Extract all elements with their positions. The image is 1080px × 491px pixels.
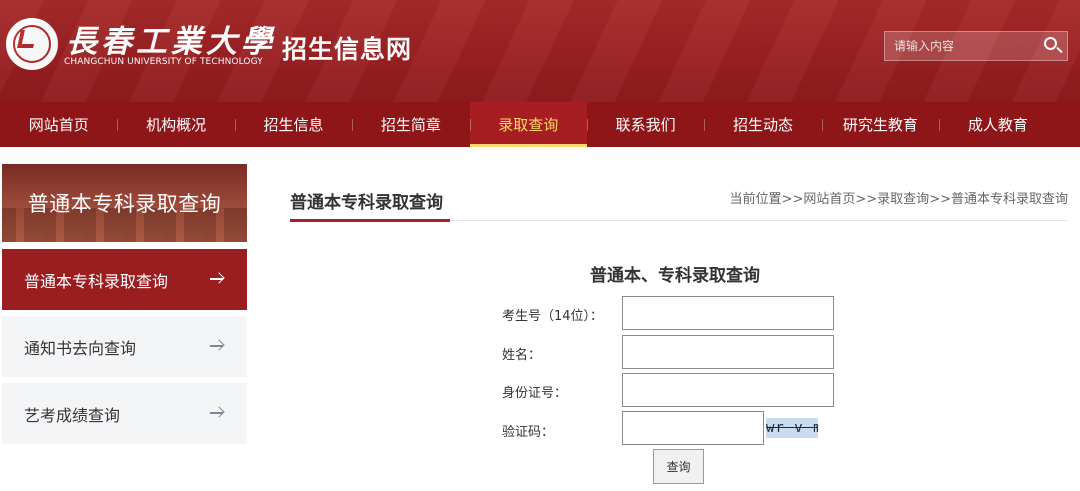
nav-item-adult-education[interactable]: 成人教育 <box>939 102 1056 147</box>
sidebar-banner: 普通本专科录取查询 <box>2 164 247 242</box>
site-header: 長春工業大學 CHANGCHUN UNIVERSITY OF TECHNOLOG… <box>0 0 1080 102</box>
sidebar-item-label: 通知书去向查询 <box>24 338 137 358</box>
captcha-label: 验证码： <box>502 425 555 440</box>
sidebar-menu: 普通本专科录取查询 通知书去向查询 艺考成绩查询 <box>2 249 247 450</box>
id-number-input[interactable] <box>622 373 834 407</box>
title-underline <box>290 219 450 222</box>
search-icon-handle <box>1056 46 1063 54</box>
query-button[interactable]: 查询 <box>653 449 704 484</box>
nav-item-contact[interactable]: 联系我们 <box>586 102 704 147</box>
nav-item-news[interactable]: 招生动态 <box>704 102 821 147</box>
sidebar-banner-title: 普通本专科录取查询 <box>27 192 222 216</box>
arrow-right-icon <box>209 271 225 287</box>
captcha-input[interactable] <box>622 411 764 445</box>
search-box <box>884 31 1068 61</box>
exam-number-input[interactable] <box>622 296 834 330</box>
captcha-image[interactable]: wr v m <box>766 418 818 438</box>
nav-item-home[interactable]: 网站首页 <box>0 102 117 147</box>
nav-item-about[interactable]: 机构概况 <box>117 102 234 147</box>
content-header: 普通本专科录取查询 当前位置>>网站首页>>录取查询>>普通本专科录取查询 <box>290 184 1068 222</box>
sidebar-item-undergrad-query[interactable]: 普通本专科录取查询 <box>2 249 247 310</box>
id-number-label: 身份证号： <box>502 386 568 401</box>
sidebar-item-label: 普通本专科录取查询 <box>24 271 169 291</box>
university-emblem-icon[interactable] <box>6 18 58 70</box>
search-button[interactable] <box>1037 32 1067 60</box>
breadcrumb-admission-query[interactable]: 录取查询 <box>877 192 929 207</box>
form-title: 普通本、专科录取查询 <box>590 266 760 286</box>
nav-item-admission-info[interactable]: 招生信息 <box>234 102 352 147</box>
nav-item-brochure[interactable]: 招生简章 <box>352 102 469 147</box>
university-name-cn[interactable]: 長春工業大學 <box>66 16 276 61</box>
name-input[interactable] <box>622 335 834 369</box>
exam-number-label: 考生号（14位）： <box>502 309 604 324</box>
main-nav: 网站首页 机构概况 招生信息 招生简章 录取查询 联系我们 招生动态 研究生教育… <box>0 102 1080 147</box>
breadcrumb-current[interactable]: 普通本专科录取查询 <box>951 192 1068 207</box>
nav-item-graduate[interactable]: 研究生教育 <box>821 102 939 147</box>
breadcrumb-separator: >> <box>929 192 951 207</box>
university-name-en: CHANGCHUN UNIVERSITY OF TECHNOLOGY <box>64 57 263 67</box>
page-title: 普通本专科录取查询 <box>290 193 443 213</box>
breadcrumb-separator: >> <box>781 192 804 207</box>
sidebar-item-notice-tracking[interactable]: 通知书去向查询 <box>2 316 247 377</box>
arrow-right-icon <box>209 405 225 421</box>
breadcrumb-prefix: 当前位置 <box>729 192 782 207</box>
search-input[interactable] <box>885 32 1037 60</box>
nav-item-admission-query[interactable]: 录取查询 <box>469 102 588 147</box>
breadcrumb: 当前位置>>网站首页>>录取查询>>普通本专科录取查询 <box>730 188 1068 207</box>
breadcrumb-home[interactable]: 网站首页 <box>803 192 855 207</box>
name-label: 姓名： <box>502 348 542 363</box>
search-icon <box>1044 37 1057 50</box>
sidebar-item-label: 艺考成绩查询 <box>24 405 121 425</box>
arrow-right-icon <box>209 338 225 354</box>
breadcrumb-separator: >> <box>855 192 878 207</box>
sidebar-item-art-scores[interactable]: 艺考成绩查询 <box>2 383 247 444</box>
site-title[interactable]: 招生信息网 <box>282 30 412 66</box>
